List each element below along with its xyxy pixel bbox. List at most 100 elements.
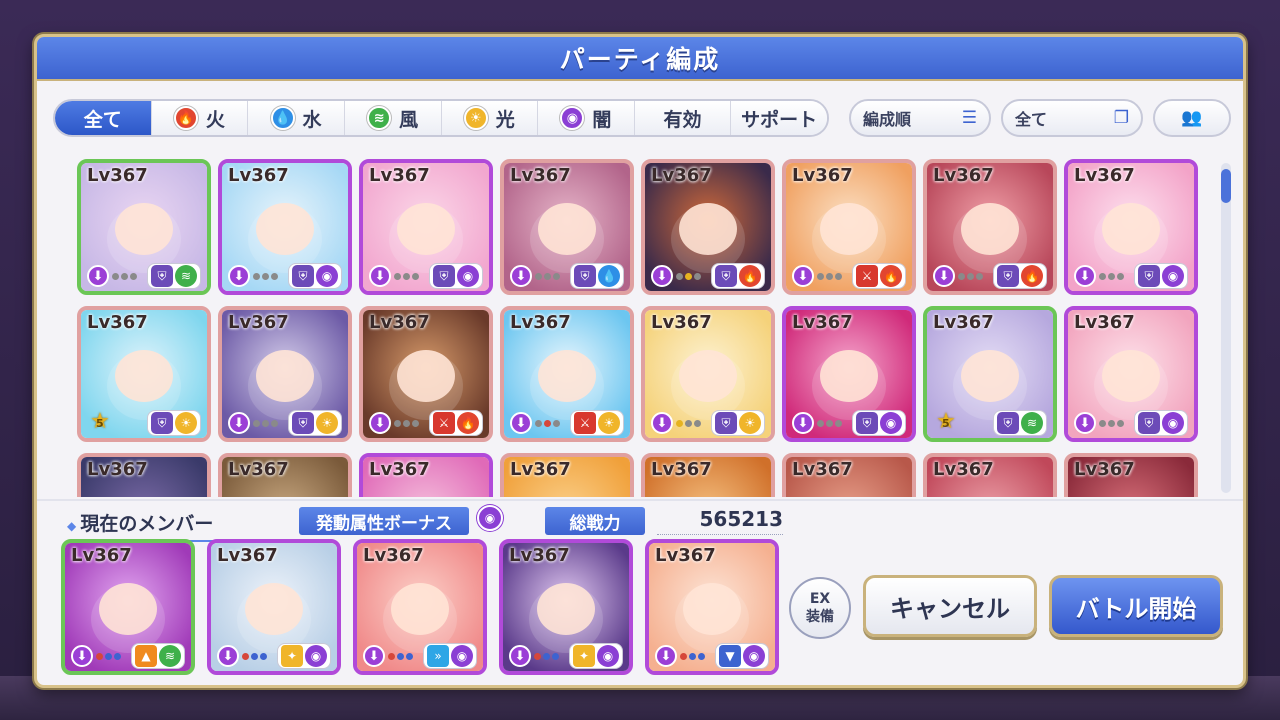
party-formation-panel: パーティ編成 全て 🔥 火 💧 水 ≋ 風 ☀ 光 ◉ 闇有効 サポート 編成順 ☰ 全て ❐ 👥 L…	[34, 34, 1246, 688]
character-card[interactable]: Lv367 ⬇ ⚔ 🔥	[782, 159, 916, 295]
card-footer: ⬇ ⛨ ◉	[1068, 261, 1194, 291]
start-battle-button[interactable]: バトル開始	[1049, 575, 1223, 637]
equipment-pips	[1099, 272, 1124, 280]
role-element-icons: ⛨ ◉	[852, 410, 906, 436]
character-card[interactable]: Lv367	[923, 453, 1057, 497]
group-button[interactable]: 👥	[1153, 99, 1231, 137]
pip	[121, 272, 128, 280]
party-member-card[interactable]: Lv367 ⬇ » ◉	[353, 539, 487, 675]
character-card[interactable]: Lv367	[782, 453, 916, 497]
character-card[interactable]: Lv367 ⬇ ⛨ ☀	[641, 306, 775, 442]
grid-scrollbar[interactable]	[1221, 163, 1231, 493]
pip	[958, 272, 965, 280]
shield-icon: ⛨	[151, 412, 173, 434]
party-member-card[interactable]: Lv367 ⬇ ▼ ◉	[645, 539, 779, 675]
level-label: Lv367	[228, 312, 289, 333]
role-element-icons: ⛨ 💧	[570, 263, 624, 289]
level-label: Lv367	[1074, 459, 1135, 480]
role-element-icons: ⛨ ☀	[147, 410, 201, 436]
pip	[105, 652, 112, 660]
character-card[interactable]: Lv367 ⬇ ⛨ 🔥	[923, 159, 1057, 295]
card-footer: ⬇ ⛨ ☀	[222, 408, 348, 438]
rank-icon: ⬇	[228, 412, 250, 434]
fire-icon: 🔥	[880, 265, 902, 287]
level-label: Lv367	[228, 165, 289, 186]
tab-5[interactable]: ◉ 闇	[538, 101, 635, 135]
character-card[interactable]: Lv367	[359, 453, 493, 497]
character-card[interactable]: Lv367 ⬇ ⛨ ◉	[1064, 159, 1198, 295]
card-footer: ⬇ ⚔ 🔥	[786, 261, 912, 291]
ex-equip-button[interactable]: EX 装備	[789, 577, 851, 639]
character-card[interactable]: Lv367 ⬇ ⛨ ◉	[1064, 306, 1198, 442]
tab-1[interactable]: 🔥 火	[151, 101, 249, 135]
equipment-pips	[388, 652, 413, 660]
character-card[interactable]: Lv367 ⬇ ⛨ ◉	[782, 306, 916, 442]
tab-0[interactable]: 全て	[55, 101, 152, 135]
pip	[394, 272, 401, 280]
tab-label: 風	[399, 108, 419, 131]
pip	[262, 272, 269, 280]
rank-icon: ⬇	[792, 412, 814, 434]
tab-6[interactable]: 有効	[634, 101, 732, 135]
character-card[interactable]: Lv367	[218, 453, 352, 497]
rank-icon: ⬇	[363, 645, 385, 667]
pip	[553, 419, 560, 427]
character-card[interactable]: Lv367 ★ 5 ⛨ ☀	[77, 306, 211, 442]
fire-icon: 🔥	[173, 106, 198, 130]
character-card[interactable]: Lv367 ⬇ ⛨ ◉	[218, 159, 352, 295]
pip	[817, 272, 824, 280]
tab-4[interactable]: ☀ 光	[441, 101, 539, 135]
filter-dropdown[interactable]: 全て ❐	[1001, 99, 1143, 137]
equipment-pips	[112, 272, 137, 280]
pip	[403, 419, 410, 427]
start-battle-label: バトル開始	[1075, 594, 1197, 623]
role-element-icons: » ◉	[423, 643, 477, 669]
star-rank-number: 5	[942, 416, 950, 430]
pip	[676, 272, 683, 280]
character-card[interactable]: Lv367	[1064, 453, 1198, 497]
wind-icon: ≋	[159, 645, 181, 667]
card-footer: ★ 5 ⛨ ≋	[927, 408, 1053, 438]
character-card[interactable]: Lv367 ⬇ ⛨ ◉	[359, 159, 493, 295]
shield-icon: ⛨	[715, 265, 737, 287]
party-member-card[interactable]: Lv367 ⬇ ✦ ◉	[499, 539, 633, 675]
card-footer: ⬇ ▲ ≋	[65, 641, 191, 671]
shield-icon: ⛨	[433, 265, 455, 287]
pip	[260, 652, 267, 660]
equipment-pips	[676, 419, 701, 427]
character-card[interactable]: Lv367	[500, 453, 634, 497]
party-member-card[interactable]: Lv367 ⬇ ✦ ◉	[207, 539, 341, 675]
pip	[685, 419, 692, 427]
pip	[403, 272, 410, 280]
ex-equip-line2: 装備	[806, 609, 834, 625]
tab-3[interactable]: ≋ 風	[344, 101, 442, 135]
character-card[interactable]: Lv367 ⬇ ⚔ 🔥	[359, 306, 493, 442]
level-label: Lv367	[651, 312, 712, 333]
sort-order-button[interactable]: 編成順 ☰	[849, 99, 991, 137]
pip	[242, 652, 249, 660]
role-element-icons: ⛨ ≋	[147, 263, 201, 289]
tab-2[interactable]: 💧 水	[248, 101, 345, 135]
cancel-button[interactable]: キャンセル	[863, 575, 1037, 637]
character-card[interactable]: Lv367	[77, 453, 211, 497]
character-card[interactable]: Lv367 ★ 5 ⛨ ≋	[923, 306, 1057, 442]
level-label: Lv367	[510, 312, 571, 333]
level-label: Lv367	[933, 459, 994, 480]
character-card[interactable]: Lv367 ⬇ ⛨ ≋	[77, 159, 211, 295]
scrollbar-thumb[interactable]	[1221, 169, 1231, 203]
equipment-pips	[96, 652, 121, 660]
star-rank-number: 5	[96, 416, 104, 430]
character-card[interactable]: Lv367 ⬇ ⛨ 🔥	[641, 159, 775, 295]
character-card[interactable]: Lv367 ⬇ ⛨ ☀	[218, 306, 352, 442]
tab-label: サポート	[741, 108, 818, 131]
party-member-card[interactable]: Lv367 ⬇ ▲ ≋	[61, 539, 195, 675]
character-card[interactable]: Lv367 ⬇ ⛨ 💧	[500, 159, 634, 295]
character-card[interactable]: Lv367 ⬇ ⚔ ☀	[500, 306, 634, 442]
light-icon: ☀	[739, 412, 761, 434]
pip	[253, 272, 260, 280]
tab-7[interactable]: サポート	[731, 101, 827, 135]
rank-icon: ⬇	[369, 412, 391, 434]
pip	[1108, 272, 1115, 280]
character-card[interactable]: Lv367	[641, 453, 775, 497]
card-footer: ⬇ ⛨ ◉	[222, 261, 348, 291]
